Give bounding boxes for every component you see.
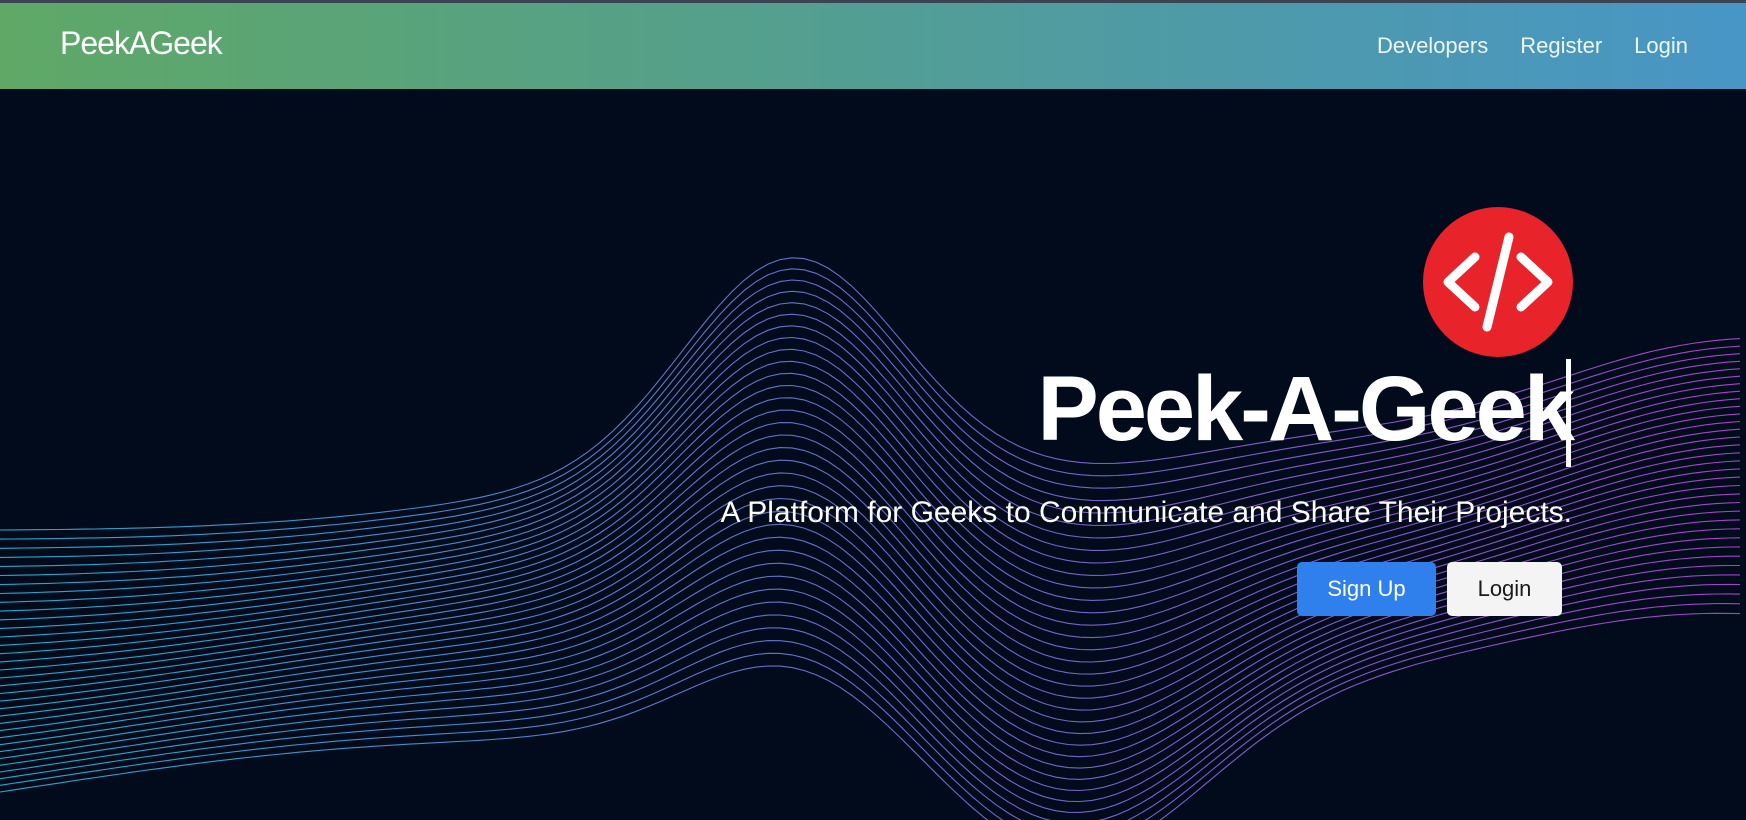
hero-section: Peek-A-Geek A Platform for Geeks to Comm… (0, 89, 1746, 820)
navbar: PeekAGeek Developers Register Login (0, 3, 1746, 89)
wave-line (0, 612, 1741, 820)
nav-links: Developers Register Login (1377, 33, 1688, 59)
typing-cursor (1566, 359, 1571, 467)
hero-subtitle: A Platform for Geeks to Communicate and … (720, 496, 1572, 529)
code-brackets-icon (1423, 207, 1573, 357)
wave-line (0, 510, 1741, 735)
nav-link-login[interactable]: Login (1634, 33, 1688, 59)
brand-logo-link[interactable]: PeekAGeek (60, 25, 223, 62)
signup-button[interactable]: Sign Up (1297, 562, 1436, 616)
nav-link-register[interactable]: Register (1520, 33, 1602, 59)
nav-link-developers[interactable]: Developers (1377, 33, 1488, 59)
login-button[interactable]: Login (1447, 562, 1562, 616)
hero-title: Peek-A-Geek (1037, 358, 1575, 460)
